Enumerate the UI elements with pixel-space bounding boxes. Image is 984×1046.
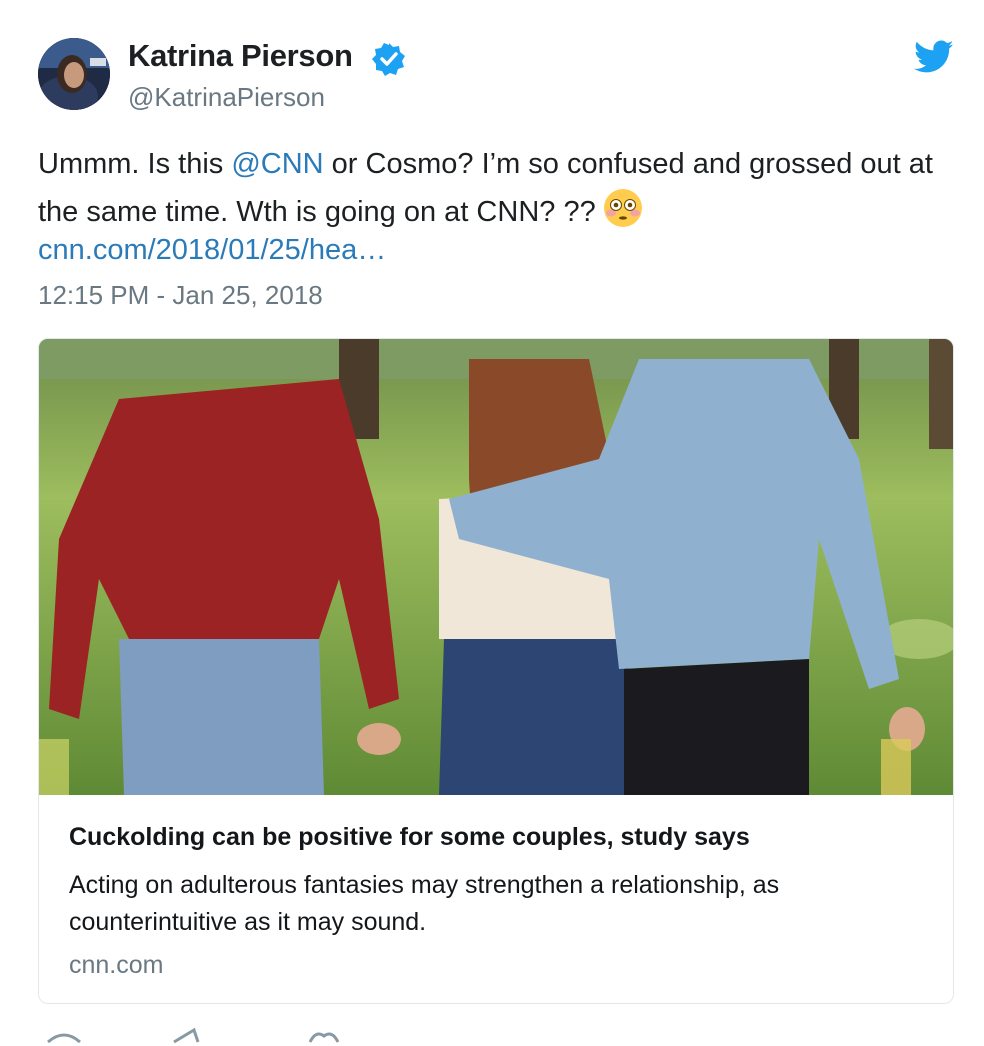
reply-icon xyxy=(47,1033,81,1044)
verified-badge-icon xyxy=(372,43,405,76)
card-image xyxy=(39,339,953,795)
tweet-link[interactable]: cnn.com/2018/01/25/hea… xyxy=(38,228,386,273)
tweet-actions xyxy=(47,1027,340,1044)
card-domain: cnn.com xyxy=(69,951,164,979)
twitter-bird-icon[interactable] xyxy=(914,40,954,74)
tweet-text-before: Ummm. Is this xyxy=(38,148,232,180)
author-handle[interactable]: @KatrinaPierson xyxy=(128,82,325,113)
tweet-text: Ummm. Is this @CNN or Cosmo? I’m so conf… xyxy=(38,142,958,235)
like-icon xyxy=(308,1032,340,1043)
author-name[interactable]: Katrina Pierson xyxy=(128,38,353,74)
link-card[interactable]: Cuckolding can be positive for some coup… xyxy=(38,338,954,1004)
avatar[interactable] xyxy=(38,38,110,110)
card-title[interactable]: Cuckolding can be positive for some coup… xyxy=(69,823,750,852)
avatar-photo xyxy=(38,38,110,110)
mention-link[interactable]: @CNN xyxy=(231,148,323,180)
flushed-face-emoji xyxy=(603,189,642,227)
tweet-timestamp[interactable]: 12:15 PM - Jan 25, 2018 xyxy=(38,280,323,311)
retweet-icon xyxy=(173,1027,200,1044)
card-description: Acting on adulterous fantasies may stren… xyxy=(69,871,780,936)
